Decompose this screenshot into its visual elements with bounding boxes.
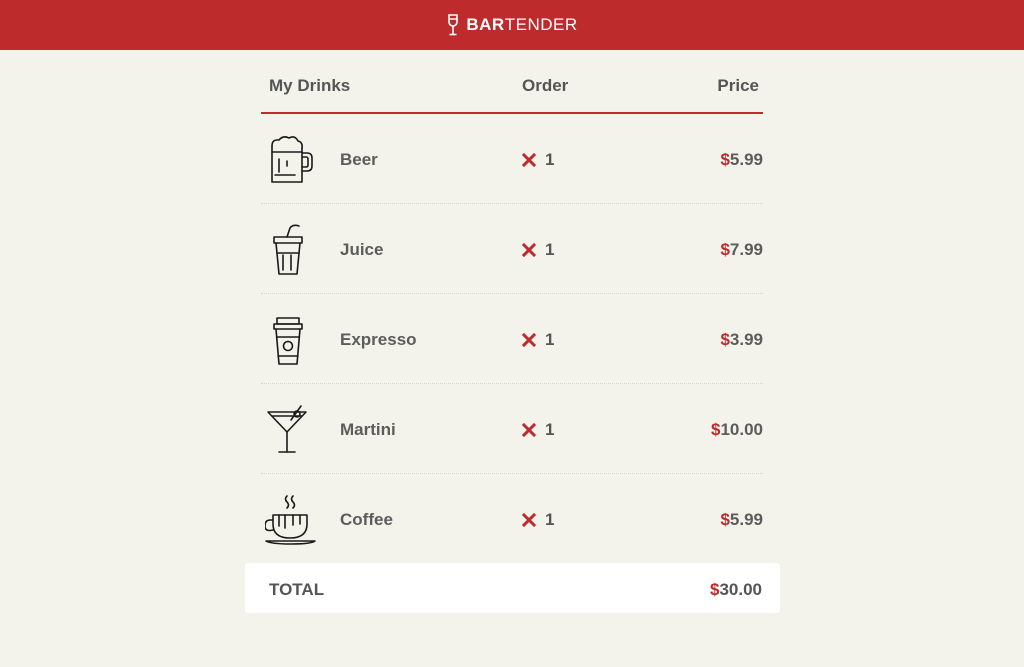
total-label: TOTAL (269, 580, 325, 599)
drink-name: Martini (340, 420, 396, 439)
quantity: 1 (545, 510, 555, 529)
total-bar: TOTAL $30.00 (245, 563, 780, 613)
brand-name: BARTENDER (466, 15, 577, 35)
table-header: My Drinks Order Price (261, 50, 763, 114)
quantity: 1 (545, 330, 555, 349)
remove-icon[interactable] (522, 153, 536, 167)
table-row: Juice 1 $7.99 (261, 204, 763, 294)
drink-price: $3.99 (720, 330, 763, 350)
price-amount: 10.00 (720, 420, 763, 439)
table-row: Beer 1 $5.99 (261, 114, 763, 204)
price-amount: 5.99 (729, 510, 763, 529)
remove-icon[interactable] (522, 423, 536, 437)
order-cell: 1 (522, 240, 554, 260)
order-cell: 1 (522, 150, 554, 170)
header-my-drinks: My Drinks (269, 76, 351, 95)
price-amount: 3.99 (729, 330, 763, 349)
beer-mug-icon (271, 136, 313, 183)
header-order: Order (522, 76, 569, 95)
quantity: 1 (545, 240, 555, 259)
quantity: 1 (545, 420, 555, 439)
wine-glass-icon (448, 14, 459, 36)
top-bar: BARTENDER (0, 0, 1024, 50)
order-cell: 1 (522, 510, 554, 530)
order-cell: 1 (522, 420, 554, 440)
martini-glass-icon (267, 405, 307, 453)
brand-name-bold: BAR (466, 15, 505, 34)
brand-logo[interactable]: BARTENDER (446, 14, 577, 36)
drink-price: $5.99 (720, 150, 763, 170)
brand-name-regular: TENDER (504, 15, 578, 34)
table-row: Martini 1 $10.00 (261, 384, 763, 474)
drinks-table: My Drinks Order Price Beer 1 $5.99 Juice… (261, 50, 763, 563)
currency-symbol: $ (720, 330, 730, 349)
currency-symbol: $ (720, 510, 730, 529)
total-value: 30.00 (719, 580, 762, 599)
remove-icon[interactable] (522, 333, 536, 347)
remove-icon[interactable] (522, 243, 536, 257)
order-cell: 1 (522, 330, 554, 350)
price-amount: 7.99 (729, 240, 763, 259)
drink-name: Coffee (340, 510, 393, 529)
remove-icon[interactable] (522, 513, 536, 527)
header-price: Price (717, 76, 759, 95)
table-row: Expresso 1 $3.99 (261, 294, 763, 384)
quantity: 1 (545, 150, 555, 169)
price-amount: 5.99 (729, 150, 763, 169)
currency-symbol: $ (720, 240, 730, 259)
total-amount: $30.00 (710, 580, 762, 600)
juice-cup-icon (273, 224, 303, 275)
drink-name: Expresso (340, 330, 417, 349)
coffee-cup-icon (273, 317, 303, 365)
drink-name: Juice (340, 240, 384, 259)
drink-name: Beer (340, 150, 378, 169)
drink-price: $10.00 (711, 420, 763, 440)
table-row: Coffee 1 $5.99 (261, 474, 763, 563)
drink-price: $5.99 (720, 510, 763, 530)
hot-coffee-icon (265, 495, 316, 545)
drink-price: $7.99 (720, 240, 763, 260)
currency-symbol: $ (720, 150, 730, 169)
